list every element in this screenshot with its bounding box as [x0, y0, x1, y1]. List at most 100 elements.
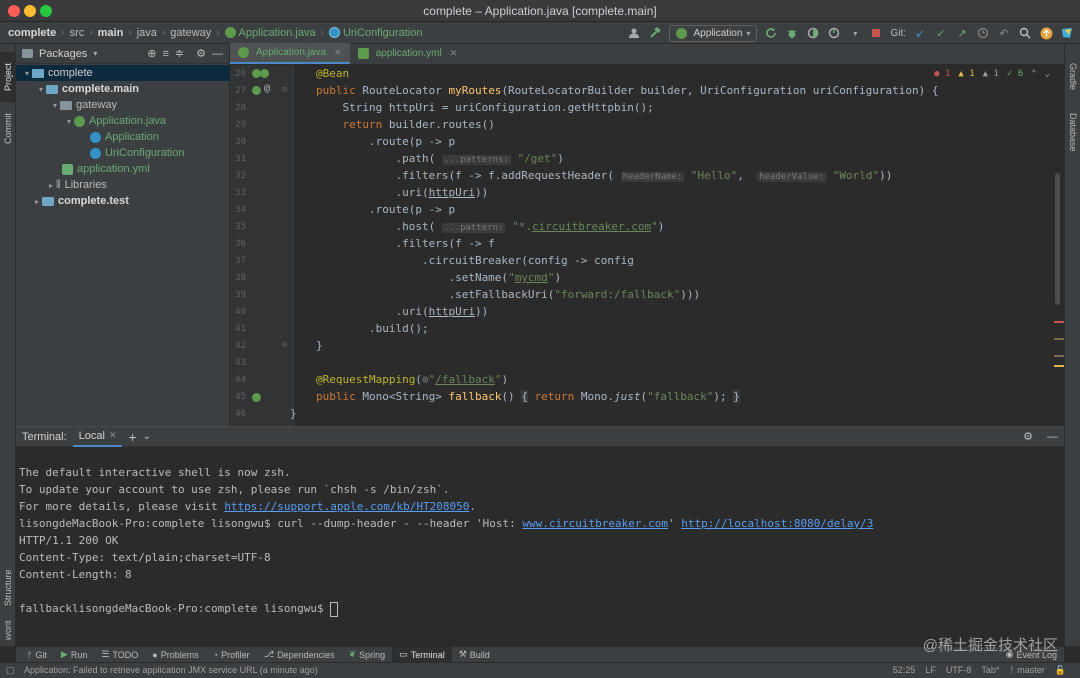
history-icon[interactable]: [976, 26, 990, 40]
url-mapping-icon[interactable]: ⊙: [422, 373, 429, 386]
expand-arrow-icon[interactable]: ▸: [32, 197, 42, 206]
git-branch[interactable]: ᚠ master: [1009, 665, 1044, 676]
locate-file-icon[interactable]: ⊕: [147, 47, 156, 60]
tree-item-libraries[interactable]: ▸ ⫴ Libraries: [16, 177, 230, 193]
tab-application-java[interactable]: Application.java ✕: [230, 43, 350, 64]
tab-application-yml[interactable]: application.yml ✕: [350, 43, 466, 64]
breadcrumb-src[interactable]: src: [67, 27, 88, 39]
tool-run[interactable]: ▶ Run: [54, 647, 94, 663]
project-tool-tab[interactable]: Project: [0, 52, 16, 102]
breadcrumb-file[interactable]: Application.java: [222, 27, 319, 39]
lock-icon[interactable]: 🔓: [1055, 665, 1066, 676]
string-link[interactable]: /fallback: [435, 373, 495, 386]
error-stripe-mark[interactable]: [1054, 321, 1064, 323]
caret-position[interactable]: 52:25: [893, 665, 916, 676]
tree-item-application-java[interactable]: ▾ Application.java: [16, 113, 230, 129]
tool-profiler[interactable]: ◔ Profiler: [206, 647, 257, 663]
tool-git[interactable]: ᚠ Git: [20, 647, 54, 663]
inspection-widget[interactable]: ● 1 ▲ 1 ▲ 1 ✓ 6 ⌃ ⌄: [934, 69, 1050, 79]
breadcrumb-java[interactable]: java: [134, 27, 160, 39]
status-toggle-icon[interactable]: ▢: [6, 665, 15, 676]
breadcrumb-project[interactable]: complete: [0, 27, 59, 39]
tree-item-uriconfiguration-class[interactable]: UriConfiguration: [16, 145, 230, 161]
breadcrumb-main[interactable]: main: [95, 27, 127, 39]
warning-stripe-mark[interactable]: [1054, 338, 1064, 340]
status-message[interactable]: Application: Failed to retrieve applicat…: [24, 665, 318, 675]
structure-tool-tab[interactable]: Structure: [0, 560, 16, 616]
tool-spring[interactable]: ❦ Spring: [342, 647, 393, 663]
tree-item-complete-main[interactable]: ▾ complete.main: [16, 81, 230, 97]
expand-arrow-icon[interactable]: ▾: [50, 101, 60, 110]
hide-panel-icon[interactable]: —: [1047, 431, 1058, 443]
more-run-actions-icon[interactable]: ▾: [848, 26, 862, 40]
chevron-down-icon[interactable]: ⌄: [1045, 69, 1050, 79]
gear-icon[interactable]: ⚙: [196, 47, 206, 60]
terminal-tab-local[interactable]: Local ✕: [72, 427, 123, 447]
favorites-tool-tab[interactable]: Favorites: [0, 620, 16, 640]
tool-problems[interactable]: ● Problems: [145, 647, 205, 663]
expand-arrow-icon[interactable]: ▸: [46, 181, 56, 190]
tool-terminal[interactable]: ▭ Terminal: [392, 646, 452, 663]
string-link[interactable]: circuitbreaker.com: [532, 220, 651, 233]
close-icon[interactable]: ✕: [450, 48, 458, 59]
terminal-link[interactable]: www.circuitbreaker.com: [522, 517, 668, 530]
expand-arrow-icon[interactable]: ▾: [36, 85, 46, 94]
expand-arrow-icon[interactable]: ▾: [22, 69, 32, 78]
file-encoding[interactable]: UTF-8: [946, 665, 972, 676]
expand-all-icon[interactable]: ≡: [162, 48, 168, 60]
coverage-icon[interactable]: [806, 26, 820, 40]
code-editor[interactable]: 26 27 28 29 30 31 32 33 34 35 36 37 38 3…: [230, 65, 1064, 426]
jetbrains-logo-icon[interactable]: [1060, 26, 1074, 40]
spring-bean-gutter-icon[interactable]: [252, 86, 261, 95]
gradle-tool-tab[interactable]: Gradle: [1065, 52, 1080, 102]
fold-icon[interactable]: ⊖: [282, 85, 287, 95]
expand-arrow-icon[interactable]: ▾: [64, 117, 74, 126]
rerun-icon[interactable]: [764, 26, 778, 40]
tool-todo[interactable]: ☰ TODO: [94, 647, 145, 663]
fold-icon[interactable]: ⊖: [282, 340, 287, 350]
line-separator[interactable]: LF: [925, 665, 936, 676]
git-update-icon[interactable]: ↙: [913, 26, 927, 40]
editor-scrollbar[interactable]: [1055, 173, 1060, 305]
tool-build[interactable]: ⚒ Build: [452, 647, 497, 663]
indent-setting[interactable]: Tab*: [981, 665, 999, 676]
close-icon[interactable]: ✕: [334, 47, 342, 58]
stop-icon[interactable]: [869, 26, 883, 40]
tree-item-complete[interactable]: ▾ complete: [16, 65, 230, 81]
spring-bean-gutter-icon[interactable]: [252, 393, 261, 402]
build-hammer-icon[interactable]: [648, 26, 662, 40]
run-configuration-select[interactable]: Application ▾: [668, 24, 758, 42]
tree-item-gateway[interactable]: ▾ gateway: [16, 97, 230, 113]
spring-bean-gutter-icon[interactable]: [260, 69, 269, 78]
terminal-prompt-line[interactable]: fallbacklisongdeMacBook-Pro:complete lis…: [19, 600, 339, 617]
breadcrumb-gateway[interactable]: gateway: [167, 27, 214, 39]
search-icon[interactable]: [1018, 26, 1032, 40]
terminal-link[interactable]: http://localhost:8080/delay/3: [681, 517, 873, 530]
git-push-icon[interactable]: ↗: [955, 26, 969, 40]
tree-item-complete-test[interactable]: ▸ complete.test: [16, 193, 230, 209]
tool-dependencies[interactable]: ⎇ Dependencies: [257, 647, 342, 663]
git-commit-icon[interactable]: ✓: [934, 26, 948, 40]
collapse-all-icon[interactable]: ≑: [175, 47, 184, 60]
chevron-down-icon[interactable]: ▾: [93, 49, 97, 58]
debug-icon[interactable]: [785, 26, 799, 40]
close-icon[interactable]: ✕: [109, 430, 117, 441]
commit-tool-tab[interactable]: Commit: [0, 104, 16, 154]
tree-item-application-class[interactable]: Application: [16, 129, 230, 145]
hide-panel-icon[interactable]: —: [212, 48, 223, 60]
database-tool-tab[interactable]: Database: [1065, 104, 1080, 160]
chevron-down-icon[interactable]: ⌄: [143, 431, 151, 442]
tree-item-application-yml[interactable]: application.yml: [16, 161, 230, 177]
user-icon[interactable]: [627, 26, 641, 40]
view-selector[interactable]: Packages: [39, 48, 87, 60]
update-icon[interactable]: [1039, 26, 1053, 40]
chevron-up-icon[interactable]: ⌃: [1031, 69, 1036, 79]
at-annotation-icon[interactable]: @: [264, 83, 270, 94]
breadcrumb-class[interactable]: UriConfiguration: [326, 27, 425, 39]
rollback-icon[interactable]: ↶: [997, 26, 1011, 40]
add-terminal-icon[interactable]: +: [128, 429, 136, 445]
profile-icon[interactable]: [827, 26, 841, 40]
warning-stripe-mark[interactable]: [1054, 355, 1064, 357]
warning-stripe-mark[interactable]: [1054, 365, 1064, 367]
terminal-link[interactable]: https://support.apple.com/kb/HT208050: [224, 500, 469, 513]
